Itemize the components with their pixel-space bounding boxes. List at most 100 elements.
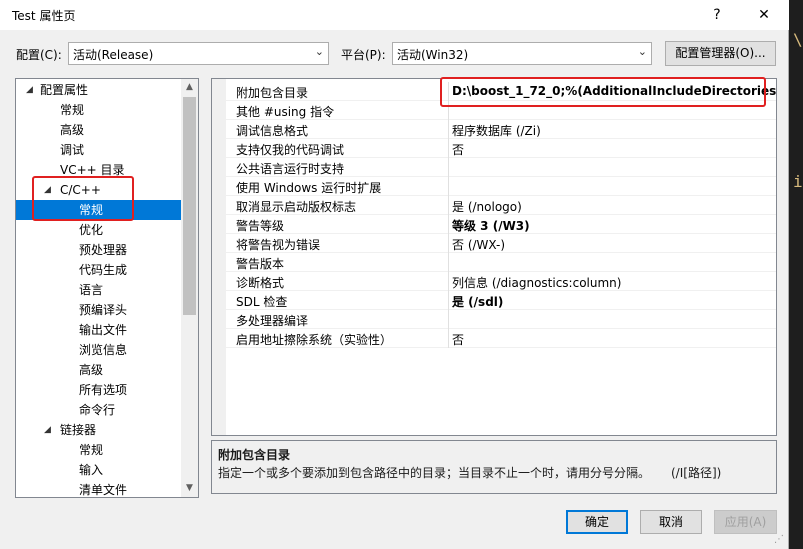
highlight-box-tree: [32, 176, 134, 221]
help-button[interactable]: ?: [705, 4, 729, 26]
tree-item[interactable]: 清单文件: [16, 480, 182, 497]
property-value[interactable]: 列信息 (/diagnostics:column): [452, 274, 621, 291]
tree-item-label: 高级: [79, 363, 104, 377]
tree-item[interactable]: 输出文件: [16, 320, 182, 340]
property-name: 启用地址擦除系统（实验性）: [236, 333, 393, 347]
expand-triangle-icon[interactable]: ◢: [26, 80, 33, 100]
close-button[interactable]: ✕: [752, 4, 776, 26]
column-divider: [448, 120, 449, 139]
property-row[interactable]: 将警告视为错误 否 (/WX-): [226, 234, 776, 253]
property-row[interactable]: 使用 Windows 运行时扩展: [226, 177, 776, 196]
property-row[interactable]: SDL 检查 是 (/sdl): [226, 291, 776, 310]
column-divider: [448, 272, 449, 291]
column-divider: [448, 215, 449, 234]
platform-label: 平台(P):: [341, 48, 386, 62]
configuration-combo[interactable]: 活动(Release) ⌄: [68, 42, 329, 65]
tree-item-label: 常规: [79, 443, 104, 457]
property-value[interactable]: 是 (/nologo): [452, 198, 522, 215]
configuration-manager-button[interactable]: 配置管理器(O)...: [665, 41, 776, 66]
property-name: 公共语言运行时支持: [236, 162, 345, 176]
tree-item[interactable]: 常规: [16, 440, 182, 460]
property-row[interactable]: 多处理器编译: [226, 310, 776, 329]
tree-item-label: 配置属性: [40, 83, 89, 97]
property-value[interactable]: 等级 3 (/W3): [452, 217, 530, 234]
scroll-down-icon[interactable]: ▼: [181, 480, 198, 497]
tree-item[interactable]: 预编译头: [16, 300, 182, 320]
scrollbar-thumb[interactable]: [183, 97, 196, 315]
tree-item[interactable]: 所有选项: [16, 380, 182, 400]
tree-item[interactable]: 代码生成: [16, 260, 182, 280]
property-row[interactable]: 取消显示启动版权标志 是 (/nologo): [226, 196, 776, 215]
background-code-char: \: [793, 30, 803, 49]
apply-button[interactable]: 应用(A): [714, 510, 777, 534]
description-title: 附加包含目录: [218, 448, 291, 462]
tree-item[interactable]: 命令行: [16, 400, 182, 420]
tree-item[interactable]: ◢ 配置属性: [16, 80, 182, 100]
tree-item[interactable]: 高级: [16, 360, 182, 380]
column-divider: [448, 196, 449, 215]
property-row[interactable]: 公共语言运行时支持: [226, 158, 776, 177]
grid-gutter: [212, 79, 226, 435]
tree-scrollbar[interactable]: ▲ ▼: [181, 79, 198, 497]
tree-item[interactable]: 浏览信息: [16, 340, 182, 360]
property-value[interactable]: 否 (/WX-): [452, 236, 505, 253]
property-row[interactable]: 启用地址擦除系统（实验性） 否: [226, 329, 776, 348]
tree-item-label: 输出文件: [79, 323, 128, 337]
chevron-down-icon: ⌄: [314, 45, 324, 58]
tree-item-label: 代码生成: [79, 263, 128, 277]
ok-button[interactable]: 确定: [566, 510, 628, 534]
tree-item-label: 输入: [79, 463, 104, 477]
tree-item-label: 所有选项: [79, 383, 128, 397]
chevron-down-icon: ⌄: [637, 45, 647, 58]
tree-item[interactable]: 输入: [16, 460, 182, 480]
tree-item[interactable]: 常规: [16, 100, 182, 120]
property-name: 将警告视为错误: [236, 238, 321, 252]
cancel-button[interactable]: 取消: [640, 510, 702, 534]
platform-value: 活动(Win32): [397, 48, 469, 62]
column-divider: [448, 139, 449, 158]
property-name: 支持仅我的代码调试: [236, 143, 345, 157]
tree-item[interactable]: 调试: [16, 140, 182, 160]
property-row[interactable]: 调试信息格式 程序数据库 (/Zi): [226, 120, 776, 139]
property-name: 调试信息格式: [236, 124, 309, 138]
property-name: 警告版本: [236, 257, 285, 271]
resize-grip-icon[interactable]: ⋰: [774, 534, 784, 545]
property-value[interactable]: 是 (/sdl): [452, 293, 503, 310]
window-title: Test 属性页: [12, 9, 76, 23]
property-value[interactable]: 否: [452, 331, 464, 348]
background-code-char: i: [793, 172, 803, 191]
description-text: 指定一个或多个要添加到包含路径中的目录；当目录不止一个时，请用分号分隔。: [218, 466, 651, 480]
property-value[interactable]: 否: [452, 141, 464, 158]
tree-item[interactable]: ◢ 链接器: [16, 420, 182, 440]
tree-item-label: 常规: [60, 103, 85, 117]
property-value[interactable]: 程序数据库 (/Zi): [452, 122, 541, 139]
expand-triangle-icon[interactable]: ◢: [44, 420, 51, 440]
tree-item-label: 预处理器: [79, 243, 128, 257]
property-row[interactable]: 支持仅我的代码调试 否: [226, 139, 776, 158]
column-divider: [448, 234, 449, 253]
tree-item[interactable]: 预处理器: [16, 240, 182, 260]
property-name: 诊断格式: [236, 276, 285, 290]
column-divider: [448, 253, 449, 272]
tree-item[interactable]: 语言: [16, 280, 182, 300]
column-divider: [448, 329, 449, 348]
tree-item-label: 调试: [60, 143, 85, 157]
configuration-label: 配置(C):: [16, 48, 62, 62]
platform-combo[interactable]: 活动(Win32) ⌄: [392, 42, 652, 65]
property-pages-dialog: Test 属性页 ? ✕ 配置(C): 活动(Release) ⌄ 平台(P):…: [0, 0, 789, 549]
scroll-up-icon[interactable]: ▲: [181, 79, 198, 96]
property-row[interactable]: 诊断格式 列信息 (/diagnostics:column): [226, 272, 776, 291]
column-divider: [448, 291, 449, 310]
tree-item[interactable]: 高级: [16, 120, 182, 140]
property-row[interactable]: 警告等级 等级 3 (/W3): [226, 215, 776, 234]
property-name: 使用 Windows 运行时扩展: [236, 181, 382, 195]
title-bar: Test 属性页 ? ✕: [0, 0, 789, 30]
column-divider: [448, 177, 449, 196]
tree-item[interactable]: 优化: [16, 220, 182, 240]
property-name: 多处理器编译: [236, 314, 309, 328]
property-tree: ◢ 配置属性 常规 高级 调试 VC++ 目录 ◢ C/C++ 常规 优化 预处理器 代码生成 语言 预编…: [15, 78, 199, 498]
description-panel: 附加包含目录 指定一个或多个要添加到包含路径中的目录；当目录不止一个时，请用分号…: [211, 440, 777, 494]
property-row[interactable]: 警告版本: [226, 253, 776, 272]
column-divider: [448, 158, 449, 177]
property-name: 警告等级: [236, 219, 285, 233]
